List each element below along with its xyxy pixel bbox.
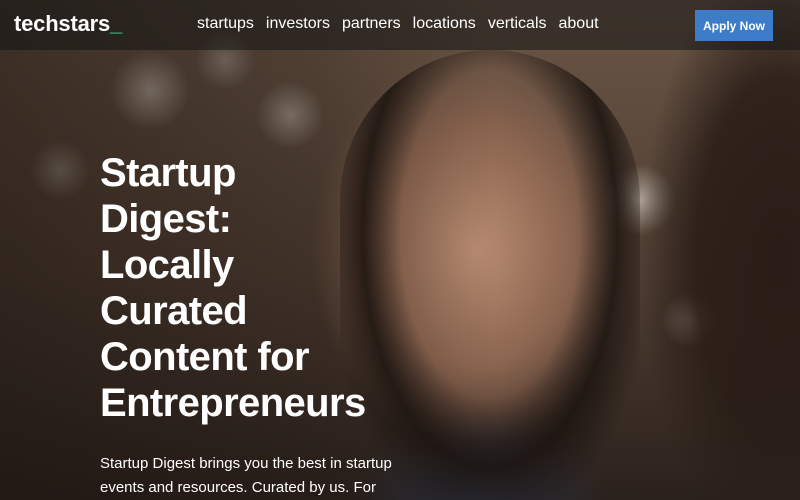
nav-verticals[interactable]: verticals bbox=[488, 15, 547, 33]
nav-locations[interactable]: locations bbox=[413, 15, 476, 33]
top-navigation-bar: techstars_ startups investors partners l… bbox=[0, 0, 800, 50]
hero-title-line: Locally bbox=[100, 243, 234, 287]
logo-text: techstars bbox=[14, 11, 111, 36]
apply-now-button[interactable]: Apply Now bbox=[695, 10, 773, 41]
logo-underscore: _ bbox=[110, 11, 123, 36]
nav-about[interactable]: about bbox=[559, 15, 599, 33]
hero-description: Startup Digest brings you the best in st… bbox=[100, 455, 392, 496]
page: techstars_ startups investors partners l… bbox=[0, 0, 800, 500]
techstars-logo[interactable]: techstars_ bbox=[14, 11, 122, 37]
hero-title-line: Content for bbox=[100, 335, 310, 379]
nav-startups[interactable]: startups bbox=[197, 15, 254, 33]
hero-title-line: Startup bbox=[100, 151, 236, 195]
nav-investors[interactable]: investors bbox=[266, 15, 330, 33]
main-nav: startups investors partners locations ve… bbox=[197, 15, 599, 33]
nav-partners[interactable]: partners bbox=[342, 15, 401, 33]
hero-title-line: Entrepreneurs bbox=[100, 381, 366, 425]
hero-title: Startup Digest: Locally Curated Content … bbox=[100, 150, 440, 426]
hero-title-line: Digest: bbox=[100, 197, 232, 241]
hero-title-line: Curated bbox=[100, 289, 248, 333]
